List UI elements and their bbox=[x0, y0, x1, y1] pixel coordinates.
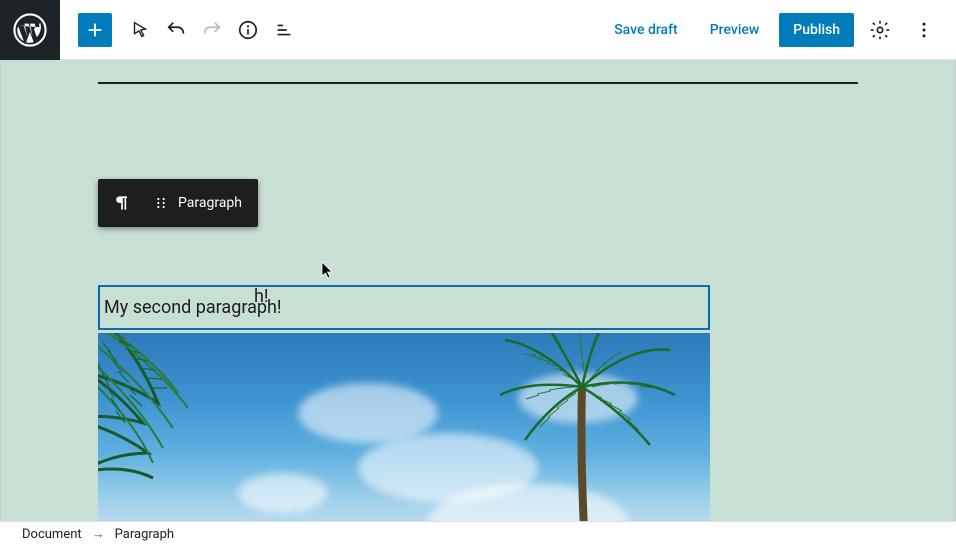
breadcrumb-current[interactable]: Paragraph bbox=[115, 527, 174, 542]
block-type-button[interactable] bbox=[98, 179, 146, 227]
editor-canvas[interactable]: Paragraph h! My second paragraph! bbox=[0, 60, 956, 521]
paragraph-2-text: My second paragraph! bbox=[104, 297, 282, 318]
save-draft-button[interactable]: Save draft bbox=[602, 14, 690, 46]
mouse-cursor-icon bbox=[321, 261, 335, 279]
redo-icon bbox=[201, 19, 223, 41]
content-column: Paragraph h! My second paragraph! bbox=[98, 60, 858, 84]
paragraph-block-2[interactable]: My second paragraph! bbox=[98, 285, 710, 330]
breadcrumb-bar: Document → Paragraph bbox=[0, 521, 956, 546]
more-options-button[interactable] bbox=[906, 12, 942, 48]
select-tool-button[interactable] bbox=[122, 12, 158, 48]
preview-button[interactable]: Preview bbox=[698, 14, 772, 46]
plus-icon bbox=[84, 19, 106, 41]
settings-button[interactable] bbox=[862, 12, 898, 48]
image-block[interactable] bbox=[98, 333, 710, 521]
add-block-button[interactable] bbox=[78, 13, 112, 47]
drag-icon bbox=[153, 195, 169, 211]
redo-button[interactable] bbox=[194, 12, 230, 48]
top-toolbar: Save draft Preview Publish bbox=[0, 0, 956, 60]
outline-button[interactable] bbox=[266, 12, 302, 48]
app-root: Save draft Preview Publish P bbox=[0, 0, 956, 546]
details-button[interactable] bbox=[230, 12, 266, 48]
kebab-icon bbox=[914, 20, 934, 40]
pilcrow-icon bbox=[112, 193, 132, 213]
wordpress-icon bbox=[13, 13, 47, 47]
palm-tree-left bbox=[98, 333, 278, 521]
publish-button[interactable]: Publish bbox=[779, 13, 854, 47]
right-tool-group: Save draft Preview Publish bbox=[602, 12, 956, 48]
wordpress-logo[interactable] bbox=[0, 0, 60, 60]
gear-icon bbox=[869, 19, 891, 41]
undo-button[interactable] bbox=[158, 12, 194, 48]
cursor-icon bbox=[129, 19, 151, 41]
breadcrumb-root[interactable]: Document bbox=[22, 527, 82, 542]
block-toolbar: Paragraph bbox=[98, 179, 258, 227]
undo-icon bbox=[165, 19, 187, 41]
title-block[interactable] bbox=[98, 60, 858, 84]
left-tool-group bbox=[60, 12, 302, 48]
list-icon bbox=[273, 19, 295, 41]
drag-handle[interactable] bbox=[146, 179, 176, 227]
block-type-label: Paragraph bbox=[176, 195, 258, 211]
info-icon bbox=[237, 19, 259, 41]
breadcrumb-arrow-icon: → bbox=[92, 526, 105, 542]
palm-tree-right bbox=[500, 333, 680, 521]
